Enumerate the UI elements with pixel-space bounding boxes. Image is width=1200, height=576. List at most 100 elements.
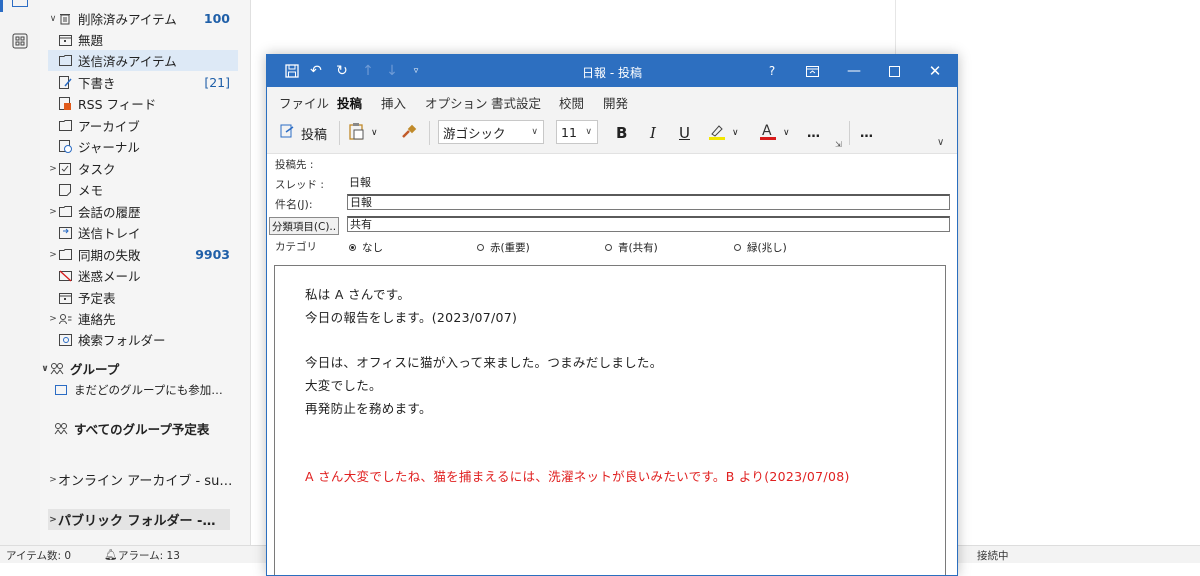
radio-icon: [477, 244, 484, 251]
folder-item[interactable]: メモ: [48, 179, 238, 200]
folder-item[interactable]: 予定表: [48, 287, 238, 308]
folder-label: 予定表: [78, 291, 116, 306]
tab-file[interactable]: ファイル: [279, 93, 329, 112]
svg-text:A: A: [762, 123, 772, 139]
junk-icon: [58, 269, 72, 282]
folder-item[interactable]: 迷惑メール: [48, 265, 238, 286]
chevron-down-icon[interactable]: ∨: [371, 128, 378, 138]
folder-item[interactable]: 下書き [21]: [48, 72, 238, 93]
highlighter-icon: [708, 122, 726, 144]
post-to-label: 投稿先 :: [275, 159, 314, 171]
apps-icon[interactable]: [12, 33, 28, 49]
radio-green[interactable]: 緑(兆し): [734, 240, 787, 255]
chevron-down-icon[interactable]: ∨: [48, 14, 58, 24]
tab-insert[interactable]: 挿入: [381, 93, 406, 112]
folder-item[interactable]: ジャーナル: [48, 136, 238, 157]
chevron-right-icon[interactable]: >: [48, 314, 58, 324]
category-field[interactable]: 共有: [347, 216, 950, 232]
tab-review[interactable]: 校閲: [559, 93, 584, 112]
folder-label: 送信済みアイテム: [78, 54, 177, 69]
body-line: 今日は、オフィスに猫が入って来ました。つまみだしました。: [305, 355, 663, 370]
italic-button[interactable]: I: [650, 121, 656, 145]
more-options-button[interactable]: …: [807, 121, 821, 145]
public-folders[interactable]: > パブリック フォルダー -…: [48, 509, 230, 530]
chevron-down-icon[interactable]: ∨: [732, 128, 739, 138]
tab-options[interactable]: オプション: [425, 93, 488, 112]
folder-item[interactable]: > 同期の失敗 9903: [48, 244, 238, 265]
group-item[interactable]: まだどのグループにも参加…: [54, 379, 230, 400]
folder-item[interactable]: 送信済みアイテム: [48, 50, 238, 71]
calendar-icon: [58, 33, 72, 46]
maximize-icon[interactable]: [885, 62, 903, 80]
bold-button[interactable]: B: [616, 121, 627, 145]
folder-label: 同期の失敗: [78, 248, 141, 263]
bell-icon: 🔔︎: [104, 549, 118, 561]
subject-field[interactable]: 日報: [347, 194, 950, 210]
expand-ribbon-icon[interactable]: ∨: [937, 137, 944, 148]
folder-label: 下書き: [78, 76, 116, 91]
clipboard-icon: [349, 122, 365, 144]
overflow-button[interactable]: …: [860, 121, 874, 145]
radio-blue[interactable]: 青(共有): [605, 240, 658, 255]
online-archive[interactable]: > オンライン アーカイブ - su…: [48, 469, 238, 490]
radio-none-label: なし: [362, 242, 383, 254]
item-count: アイテム数: 0: [6, 550, 72, 562]
body-line: 大変でした。: [305, 378, 382, 393]
tab-format[interactable]: 書式設定: [491, 93, 541, 112]
post-button[interactable]: 投稿: [279, 121, 327, 145]
chevron-right-icon[interactable]: >: [48, 164, 58, 174]
chevron-down-icon: ∨: [531, 127, 538, 137]
ribbon-separator: [849, 121, 850, 145]
chevron-right-icon: >: [49, 474, 57, 485]
folder-item[interactable]: RSS フィード: [48, 93, 238, 114]
ribbon: 投稿 ∨ 游ゴシック ∨ 11 ∨ B I U ∨ A ∨ … … ⇲ ∨: [267, 113, 957, 154]
underline-button[interactable]: U: [679, 121, 690, 145]
help-button[interactable]: ?: [763, 62, 781, 80]
highlight-button[interactable]: ∨: [708, 121, 739, 145]
folder-item[interactable]: > 連絡先: [48, 308, 238, 329]
close-icon[interactable]: ✕: [926, 62, 944, 80]
font-color-button[interactable]: A ∨: [759, 121, 790, 145]
font-size-value: 11: [561, 124, 577, 140]
all-groups-calendar[interactable]: すべてのグループ予定表: [54, 418, 244, 439]
folder-icon: [58, 205, 72, 218]
post-window: ↶ ↻ ↑ ↓ ▿ 日報 - 投稿 ? — ✕ ファイル 投稿 挿入 オプション…: [266, 54, 958, 576]
folder-item[interactable]: 検索フォルダー: [48, 329, 238, 350]
tab-developer[interactable]: 開発: [603, 93, 628, 112]
active-indicator: [0, 0, 3, 12]
folder-item[interactable]: > 会話の履歴: [48, 201, 238, 222]
tab-post[interactable]: 投稿: [337, 93, 363, 117]
minimize-icon[interactable]: —: [845, 62, 863, 80]
trash-icon: [58, 12, 72, 25]
chevron-down-icon: ∨: [585, 127, 592, 137]
radio-green-label: 緑(兆し): [747, 242, 787, 254]
groups-header[interactable]: ∨ グループ: [40, 358, 230, 379]
dialog-launcher-icon[interactable]: ⇲: [835, 140, 842, 149]
body-line: 今日の報告をします。(2023/07/07): [305, 310, 518, 325]
category-button[interactable]: 分類項目(C)..: [269, 217, 339, 235]
ribbon-display-icon[interactable]: [803, 62, 821, 80]
font-name-select[interactable]: 游ゴシック ∨: [438, 120, 544, 144]
message-body[interactable]: 私は A さんです。 今日の報告をします。(2023/07/07) 今日は、オフ…: [274, 265, 946, 575]
format-painter-button[interactable]: [401, 121, 417, 145]
mail-icon[interactable]: [12, 0, 28, 7]
folder-item[interactable]: > タスク: [48, 158, 238, 179]
note-icon: [58, 183, 72, 196]
chevron-right-icon[interactable]: >: [48, 250, 58, 260]
group-item-label: まだどのグループにも参加…: [74, 382, 223, 397]
folder-item[interactable]: 送信トレイ: [48, 222, 238, 243]
radio-red[interactable]: 赤(重要): [477, 240, 530, 255]
paste-button[interactable]: ∨: [349, 121, 378, 145]
category-label: カテゴリ: [275, 241, 317, 253]
folder-icon: [58, 248, 72, 261]
folder-item[interactable]: ∨ 削除済みアイテム 100: [48, 8, 238, 29]
folder-item[interactable]: アーカイブ: [48, 115, 238, 136]
folder-label: 削除済みアイテム: [78, 12, 177, 27]
alarm-count[interactable]: アラーム: 13: [118, 548, 180, 563]
radio-none[interactable]: なし: [349, 240, 383, 255]
folder-item[interactable]: 無題: [48, 29, 238, 50]
chevron-right-icon[interactable]: >: [48, 207, 58, 217]
chevron-down-icon[interactable]: ∨: [783, 128, 790, 138]
font-size-select[interactable]: 11 ∨: [556, 120, 598, 144]
chevron-down-icon: ∨: [41, 363, 49, 374]
